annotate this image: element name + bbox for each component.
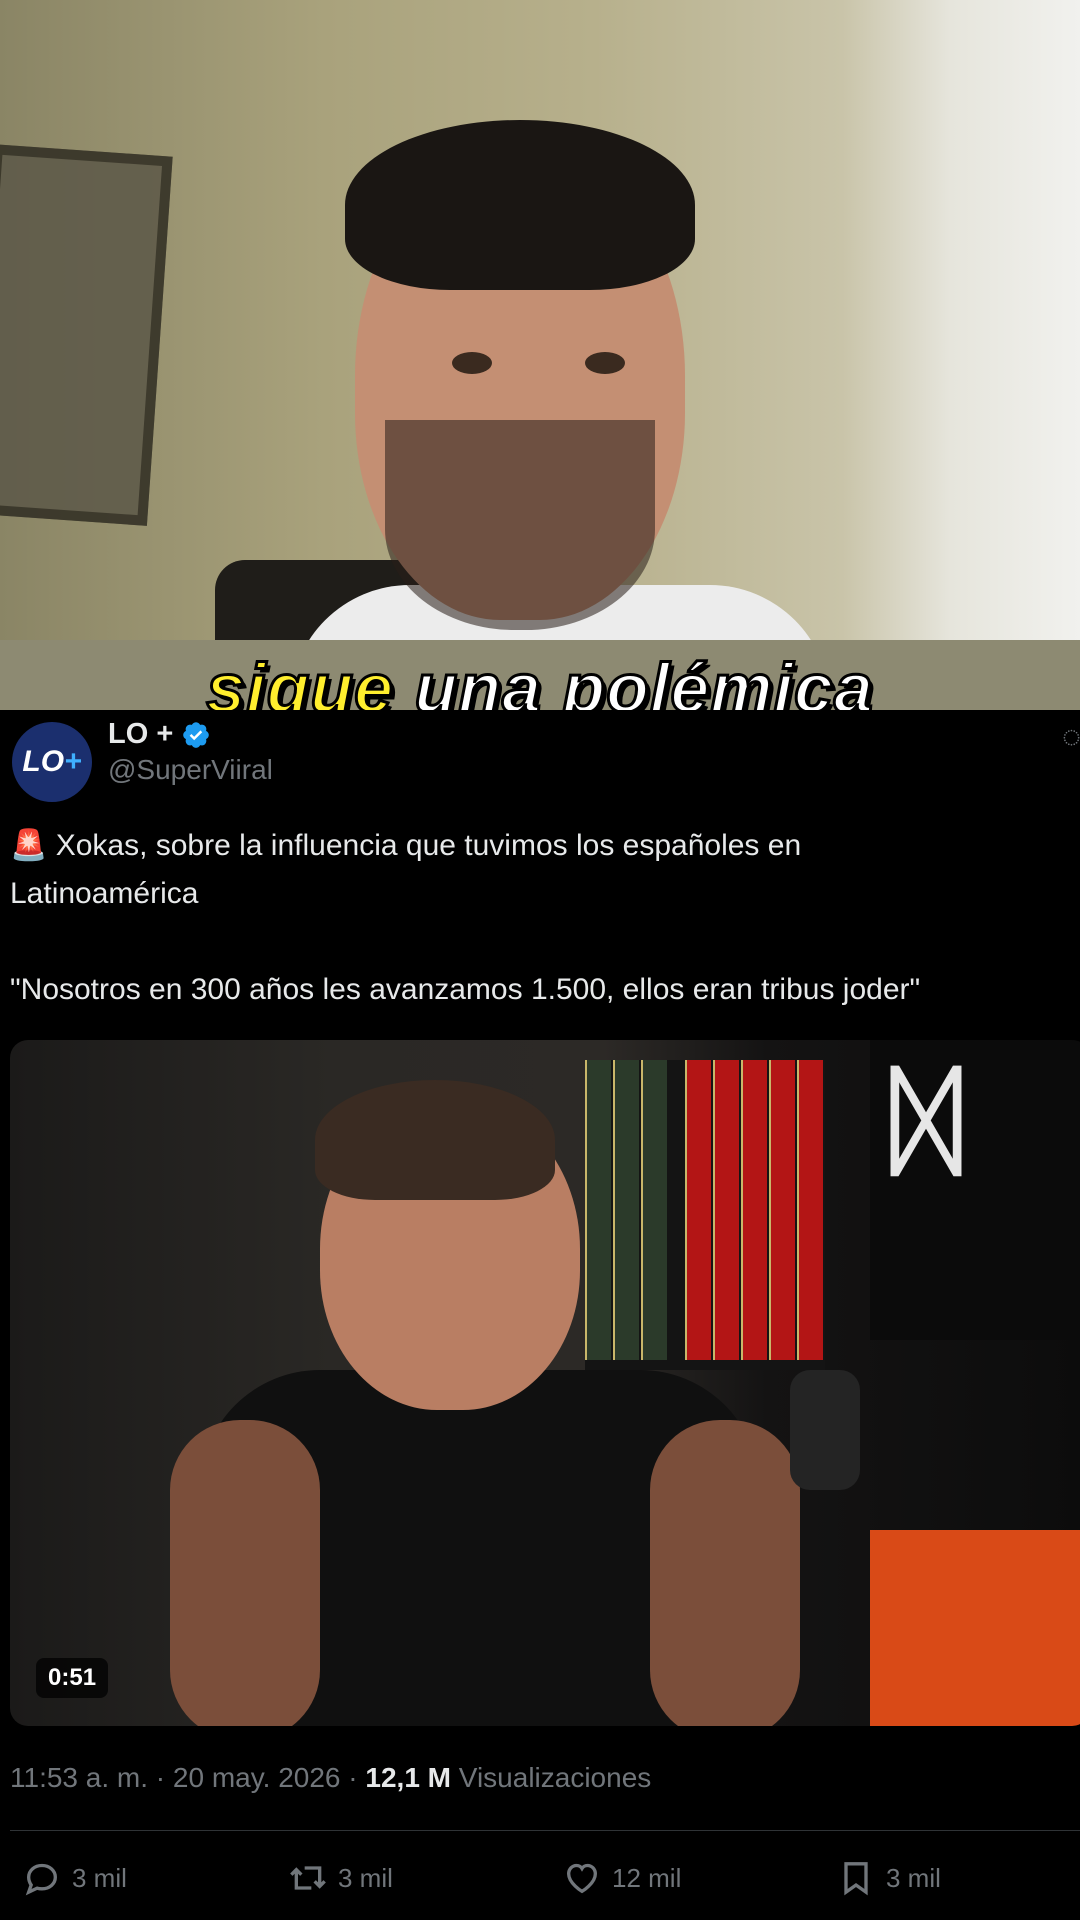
streamer-left-arm xyxy=(170,1420,320,1726)
repost-button[interactable]: 3 mil xyxy=(288,1858,393,1898)
views-label: Visualizaciones xyxy=(458,1762,652,1793)
separator: · xyxy=(348,1762,358,1793)
top-video-frame xyxy=(0,0,1080,640)
separator: · xyxy=(155,1762,166,1793)
streamer-right-arm xyxy=(650,1420,800,1726)
left-eye xyxy=(452,352,492,374)
wall-art xyxy=(0,144,173,526)
reply-icon xyxy=(25,1863,58,1896)
repost-count: 3 mil xyxy=(338,1862,393,1893)
display-name[interactable]: LO + xyxy=(108,718,173,751)
alert-emoji: 🚨 xyxy=(10,829,48,862)
action-bar: 3 mil 3 mil 12 mil 3 mil xyxy=(0,1858,1080,1918)
avatar-text: LO xyxy=(22,745,65,778)
verified-badge-icon xyxy=(183,721,210,748)
views-count: 12,1 M xyxy=(365,1762,451,1793)
tweet-card: LO + LO + @SuperViiral ◌ 🚨 Xokas, sobre l… xyxy=(0,710,1080,1920)
tweet-body: Xokas, sobre la influencia que tuvimos l… xyxy=(10,829,921,1006)
tweet-text: 🚨 Xokas, sobre la influencia que tuvimos… xyxy=(10,822,1080,1014)
video-duration: 0:51 xyxy=(36,1658,109,1698)
repost-icon xyxy=(290,1866,326,1890)
like-count: 12 mil xyxy=(612,1862,682,1893)
divider xyxy=(10,1830,1080,1831)
presenter-hair xyxy=(345,120,695,290)
like-icon xyxy=(566,1863,598,1894)
bookmark-button[interactable]: 3 mil xyxy=(836,1858,941,1898)
handle[interactable]: @SuperViiral xyxy=(108,754,273,786)
tweet-video[interactable]: ᛞ 0:51 xyxy=(10,1040,1080,1726)
bookshelf xyxy=(585,1060,825,1370)
streamer-hair xyxy=(315,1080,555,1200)
orange-background xyxy=(870,1530,1080,1726)
reply-button[interactable]: 3 mil xyxy=(22,1858,127,1898)
presenter-beard xyxy=(385,420,655,630)
tweet-meta: 11:53 a. m. · 20 may. 2026 · 12,1 M Visu… xyxy=(10,1762,651,1794)
right-eye xyxy=(585,352,625,374)
avatar[interactable]: LO + xyxy=(12,722,92,802)
avatar-plus: + xyxy=(64,745,82,778)
display-name-row[interactable]: LO + xyxy=(108,718,211,751)
grok-icon[interactable]: ◌ xyxy=(1062,718,1080,755)
tweet-date[interactable]: 20 may. 2026 xyxy=(173,1762,341,1793)
reply-count: 3 mil xyxy=(72,1862,127,1893)
microphone xyxy=(790,1370,860,1490)
band-logo: ᛞ xyxy=(890,1050,962,1191)
tweet-time[interactable]: 11:53 a. m. xyxy=(10,1762,148,1793)
bookmark-count: 3 mil xyxy=(886,1862,941,1893)
bookmark-icon xyxy=(844,1862,868,1896)
like-button[interactable]: 12 mil xyxy=(562,1858,681,1898)
